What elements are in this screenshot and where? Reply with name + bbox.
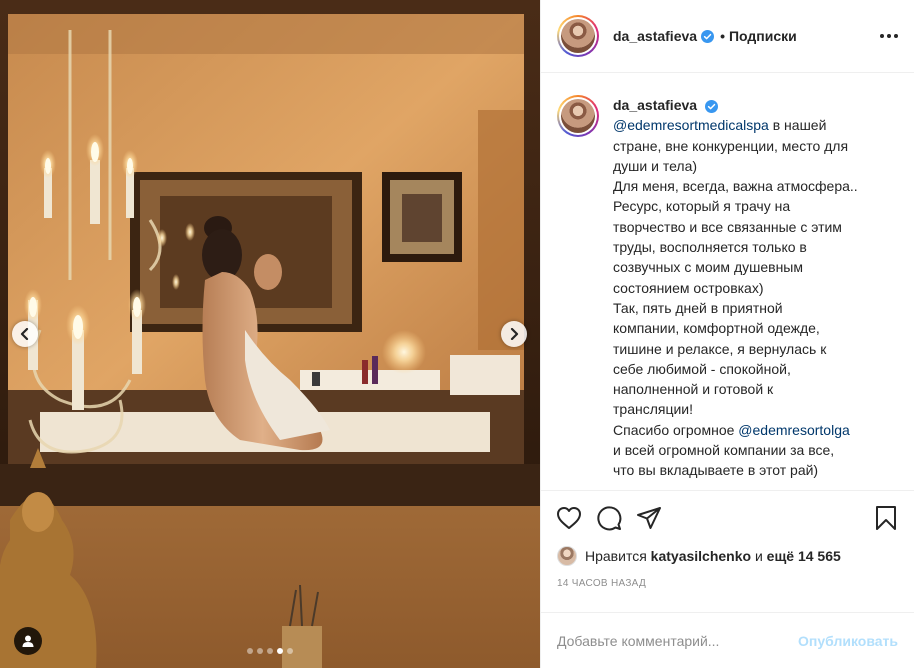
caption-line: труды, восполняется только в (613, 237, 883, 257)
comment-icon[interactable] (595, 504, 623, 532)
comment-form: Опубликовать (541, 612, 914, 668)
caption-text-segment: что вы вкладываете в этот рай) (613, 462, 819, 479)
caption-text-segment: Для меня, всегда, важна атмосфера.. (613, 178, 858, 195)
likes-text: Нравится katyasilchenko и ещё 14 565 (585, 548, 841, 564)
carousel-next-button[interactable] (501, 321, 527, 347)
post-timestamp[interactable]: 14 ЧАСОВ НАЗАД (541, 578, 914, 600)
mention-link[interactable]: @edemresortolga (738, 422, 850, 438)
caption-line: Для меня, всегда, важна атмосфера.. (613, 176, 883, 196)
caption-line: созвучных с моим душевным (613, 257, 883, 277)
caption-line: Спасибо огромное @edemresortolga (613, 420, 883, 440)
caption-text-segment: себе любимой - спокойной, (613, 360, 791, 377)
heart-icon[interactable] (555, 504, 583, 532)
caption-text-segment: Так, пять дней в приятной (613, 299, 783, 316)
caption-text-segment: в нашей (768, 117, 827, 134)
caption-text-segment: созвучных с моим душевным (613, 259, 803, 276)
chevron-left-icon (20, 328, 29, 340)
post-photo (0, 0, 540, 668)
caption-text-segment: наполненной и готовой к (613, 381, 774, 398)
carousel-dot (247, 648, 253, 654)
likes-summary: Нравится katyasilchenko и ещё 14 565 (541, 544, 914, 568)
carousel-dot (267, 648, 273, 654)
more-options-icon[interactable] (880, 34, 898, 38)
caption-line: Ресурс, который я трачу на (613, 196, 883, 216)
post-header: da_astafieva • Подписки (541, 0, 914, 73)
liker-username[interactable]: katyasilchenko (651, 548, 751, 564)
caption-line: наполненной и готовой к (613, 379, 883, 399)
caption-text-segment: творчество и все связанные с этим (613, 218, 842, 235)
carousel-dot (287, 648, 293, 654)
caption-text-segment: трансляции! (613, 401, 694, 418)
following-button[interactable]: Подписки (729, 28, 797, 44)
likes-conjunction: и (751, 548, 767, 564)
caption-line: что вы вкладываете в этот рай) (613, 460, 883, 480)
caption-section: da_astafieva @edemresortmedicalspa в наш… (541, 73, 914, 490)
caption-text-segment: души и тела) (613, 157, 698, 174)
caption-text-segment: Ресурс, который я трачу на (613, 198, 791, 215)
likes-count-button[interactable]: ещё 14 565 (767, 548, 841, 564)
post-media (0, 0, 540, 668)
chevron-right-icon (510, 328, 519, 340)
likes-prefix: Нравится (585, 548, 651, 564)
liker-avatar[interactable] (557, 546, 577, 566)
caption-line: и всей огромной компании за все, (613, 440, 883, 460)
action-bar (541, 490, 914, 544)
caption-line: Так, пять дней в приятной (613, 298, 883, 318)
caption-line: души и тела) (613, 156, 883, 176)
carousel-prev-button[interactable] (12, 321, 38, 347)
caption-text-segment: стране, вне конкуренции, место для (613, 137, 849, 154)
verified-badge-icon (704, 99, 718, 113)
author-username[interactable]: da_astafieva (613, 28, 697, 44)
caption-line: творчество и все связанные с этим (613, 217, 883, 237)
mention-link[interactable]: @edemresortmedicalspa (613, 117, 769, 133)
post-sidebar: da_astafieva • Подписки da_astafieva @ed… (540, 0, 914, 668)
caption-text-segment: труды, восполняется только в (613, 239, 807, 256)
carousel-indicator (0, 648, 540, 654)
carousel-dot (257, 648, 263, 654)
caption-line: @edemresortmedicalspa в нашей (613, 115, 883, 135)
post-comment-button[interactable]: Опубликовать (798, 633, 898, 649)
comment-input[interactable] (557, 632, 799, 649)
caption-text-segment: состоянием островках) (613, 279, 764, 296)
caption-text: da_astafieva @edemresortmedicalspa в наш… (613, 95, 883, 490)
caption-author-avatar[interactable] (557, 95, 599, 137)
caption-username[interactable]: da_astafieva (613, 97, 697, 113)
header-separator: • (720, 28, 725, 44)
post-modal: da_astafieva • Подписки da_astafieva @ed… (0, 0, 914, 668)
caption-line: компании, комфортной одежде, (613, 318, 883, 338)
caption-text-segment: тишине и релаксе, я вернулась к (613, 340, 827, 357)
caption-line: стране, вне конкуренции, место для (613, 136, 883, 156)
caption-lines: @edemresortmedicalspa в нашей стране, вне… (613, 115, 883, 480)
carousel-dot (277, 648, 283, 654)
bookmark-icon[interactable] (872, 504, 900, 532)
caption-text-segment: и всей огромной компании за все, (613, 442, 835, 459)
paper-plane-icon[interactable] (635, 504, 663, 532)
caption-line: тишине и релаксе, я вернулась к (613, 339, 883, 359)
user-tag-icon (22, 635, 34, 647)
caption-text-segment: Спасибо огромное (613, 421, 739, 438)
caption-line: трансляции! (613, 399, 883, 419)
verified-badge-icon (701, 29, 715, 43)
author-avatar[interactable] (557, 15, 599, 57)
caption-line: состоянием островках) (613, 278, 883, 298)
caption-line: себе любимой - спокойной, (613, 359, 883, 379)
caption-text-segment: компании, комфортной одежде, (613, 320, 820, 337)
